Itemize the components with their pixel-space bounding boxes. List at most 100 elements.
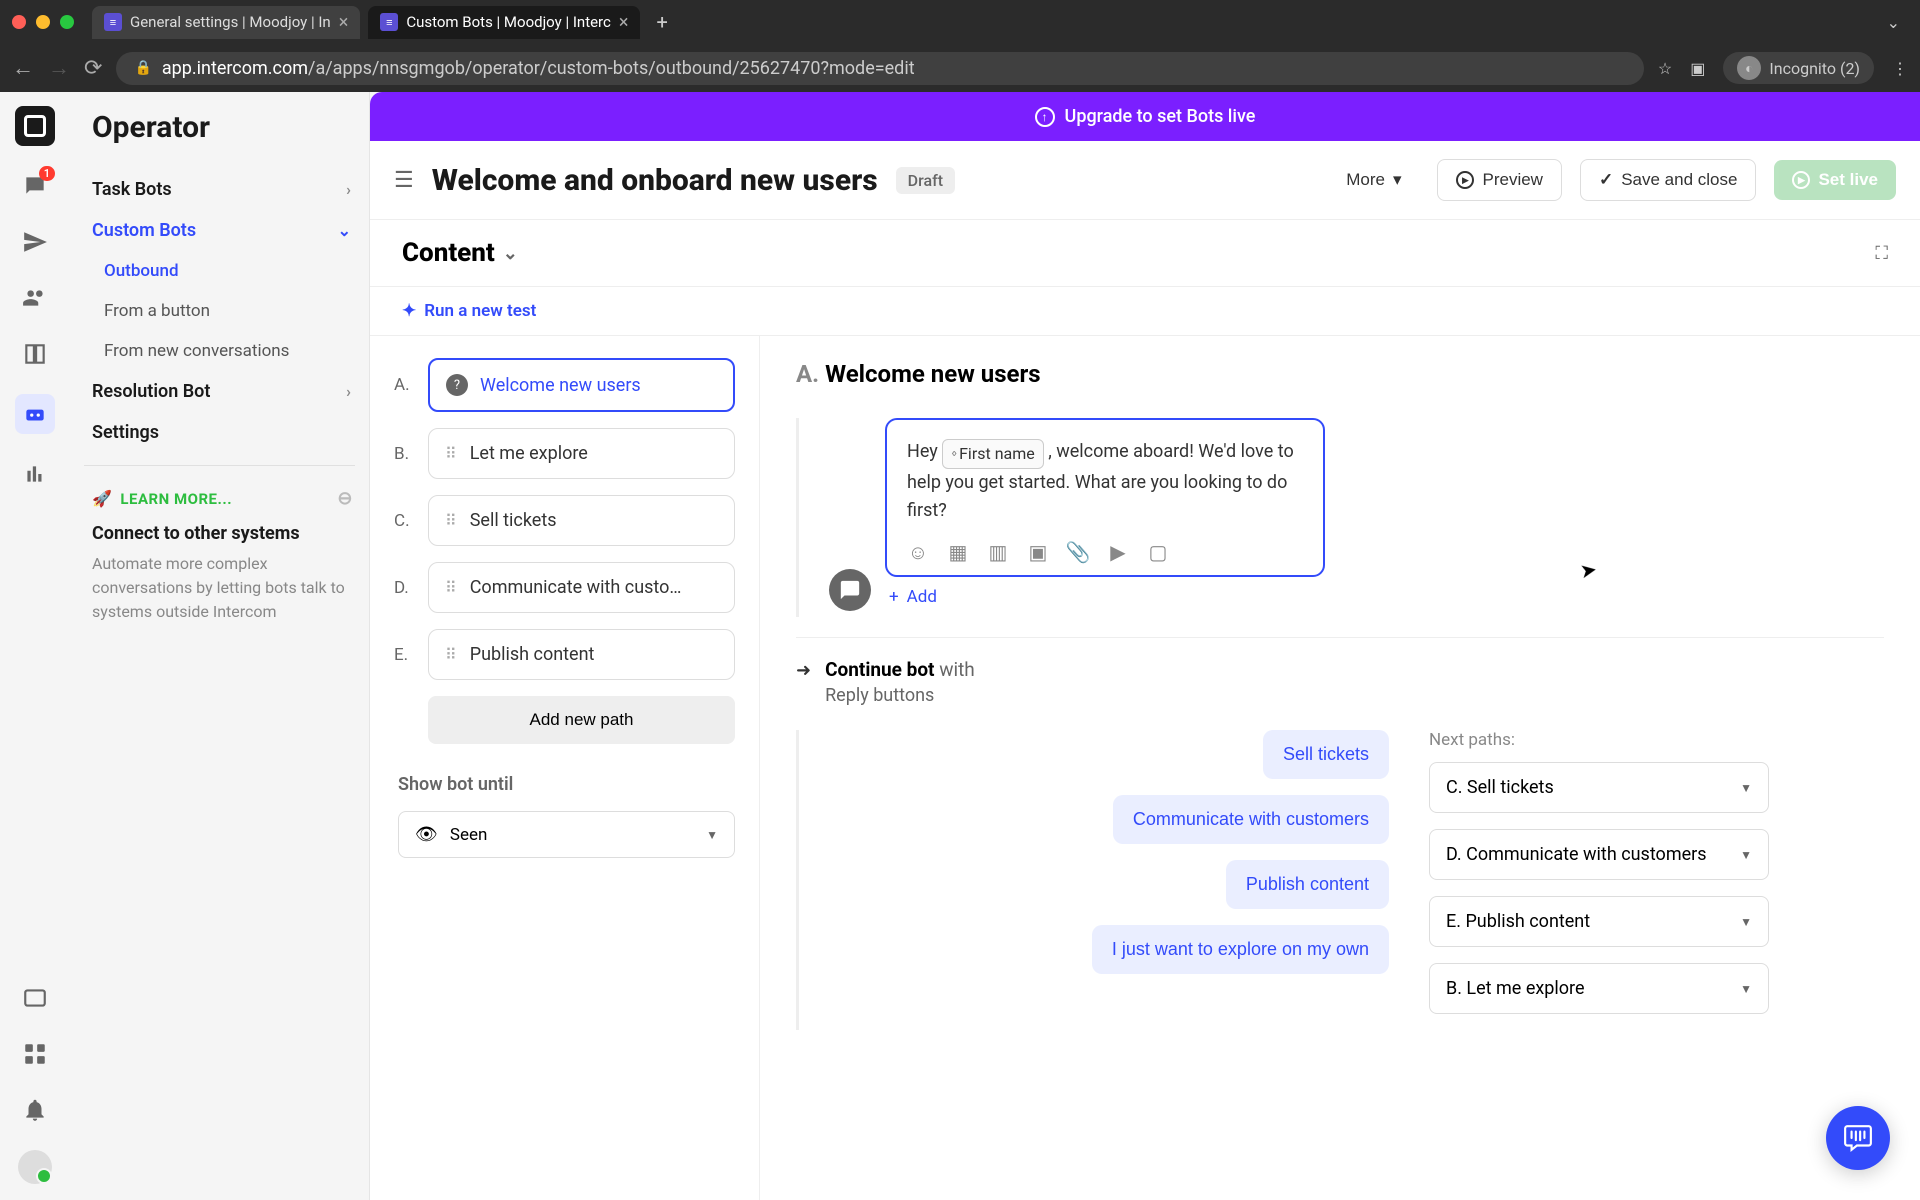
panel-icon[interactable]: ▣ (1690, 59, 1705, 78)
learn-more-card: 🚀 LEARN MORE... ⊖ Connect to other syste… (84, 478, 369, 634)
url-bar: ← → ⟳ 🔒 app.intercom.com/a/apps/nnsgmgob… (0, 44, 1920, 92)
drag-icon[interactable]: ⠿ (445, 511, 458, 530)
intercom-launcher[interactable] (1826, 1106, 1890, 1170)
reply-btn-publish[interactable]: Publish content (1226, 860, 1389, 909)
drag-icon[interactable]: ⠿ (445, 645, 458, 664)
learn-more-desc: Automate more complex conversations by l… (92, 552, 353, 624)
nav-messages[interactable] (19, 982, 51, 1014)
sidebar-task-bots[interactable]: Task Bots › (84, 169, 369, 210)
window-controls (12, 15, 74, 29)
preview-button[interactable]: ▶ Preview (1437, 159, 1561, 201)
tabs-dropdown-icon[interactable]: ⌄ (1887, 13, 1908, 32)
sidebar-resolution-bot[interactable]: Resolution Bot › (84, 371, 369, 412)
tab-1-title: General settings | Moodjoy | In (130, 13, 331, 31)
main-content: ↑ Upgrade to set Bots live ☰ Welcome and… (370, 92, 1920, 1200)
variable-chip[interactable]: ‹›First name (942, 439, 1043, 470)
message-text[interactable]: Hey ‹›First name , welcome aboard! We'd … (907, 438, 1303, 525)
url-input[interactable]: 🔒 app.intercom.com/a/apps/nnsgmgob/opera… (116, 52, 1643, 85)
window-close[interactable] (12, 15, 26, 29)
next-path-select-1[interactable]: C. Sell tickets▼ (1429, 762, 1769, 813)
url-actions: ☆ ▣ ◐ Incognito (2) ⋮ (1658, 52, 1908, 84)
back-button[interactable]: ← (12, 55, 34, 81)
path-card-e[interactable]: ⠿ Publish content (428, 629, 735, 680)
set-live-button[interactable]: ▶ Set live (1774, 160, 1896, 200)
window-minimize[interactable] (36, 15, 50, 29)
sidebar-settings[interactable]: Settings (84, 412, 369, 453)
emoji-icon[interactable]: ☺ (907, 541, 929, 563)
nav-contacts[interactable] (19, 282, 51, 314)
article-icon[interactable]: ▥ (987, 541, 1009, 563)
next-paths-label: Next paths: (1429, 730, 1769, 750)
path-row-d: D. ⠿ Communicate with custo… (394, 562, 735, 613)
path-card-d[interactable]: ⠿ Communicate with custo… (428, 562, 735, 613)
run-test-row: ✦ Run a new test (370, 287, 1920, 336)
sidebar-toggle-icon[interactable]: ☰ (394, 168, 414, 193)
next-path-select-4[interactable]: B. Let me explore▼ (1429, 963, 1769, 1014)
nav-operator[interactable] (15, 394, 55, 434)
path-card-a[interactable]: ? Welcome new users (428, 358, 735, 412)
reload-button[interactable]: ⟳ (84, 56, 102, 81)
new-tab-button[interactable]: + (648, 6, 675, 38)
path-row-e: E. ⠿ Publish content (394, 629, 735, 680)
intercom-logo[interactable] (15, 106, 55, 146)
path-row-a: A. ? Welcome new users (394, 358, 735, 412)
caret-down-icon: ▼ (1740, 915, 1752, 929)
add-message-link[interactable]: + Add (885, 577, 1325, 617)
reply-buttons: Sell tickets Communicate with customers … (829, 730, 1389, 1030)
path-letter: E. (394, 645, 414, 665)
save-close-button[interactable]: ✓ Save and close (1580, 159, 1757, 201)
reply-btn-explore[interactable]: I just want to explore on my own (1092, 925, 1389, 974)
next-path-select-3[interactable]: E. Publish content▼ (1429, 896, 1769, 947)
plus-icon: + (889, 587, 899, 607)
run-test-link[interactable]: ✦ Run a new test (402, 301, 1888, 321)
play-icon: ▶ (1792, 171, 1810, 189)
reply-btn-communicate[interactable]: Communicate with customers (1113, 795, 1389, 844)
show-until-select[interactable]: 👁 Seen ▼ (398, 811, 735, 858)
message-toolbar: ☺ ▦ ▥ ▣ 📎 ▶ ▢ (907, 541, 1303, 563)
add-path-button[interactable]: Add new path (428, 696, 735, 744)
divider (84, 465, 355, 466)
menu-icon[interactable]: ⋮ (1892, 59, 1908, 78)
more-button[interactable]: More▾ (1328, 160, 1419, 200)
caret-down-icon: ▼ (1740, 848, 1752, 862)
path-card-b[interactable]: ⠿ Let me explore (428, 428, 735, 479)
drag-icon[interactable]: ⠿ (445, 578, 458, 597)
tab-close-icon[interactable]: × (619, 12, 629, 33)
gif-icon[interactable]: ▦ (947, 541, 969, 563)
caret-down-icon: ▾ (1393, 170, 1402, 190)
learn-more-title: Connect to other systems (92, 523, 353, 544)
incognito-badge[interactable]: ◐ Incognito (2) (1723, 52, 1874, 84)
sidebar: Operator Task Bots › Custom Bots ⌄ Outbo… (70, 92, 370, 1200)
sidebar-from-button[interactable]: From a button (84, 291, 369, 331)
expand-icon[interactable]: ⛶ (1875, 243, 1888, 264)
message-bubble[interactable]: Hey ‹›First name , welcome aboard! We'd … (885, 418, 1325, 577)
path-card-c[interactable]: ⠿ Sell tickets (428, 495, 735, 546)
browser-tab-1[interactable]: ≡ General settings | Moodjoy | In × (92, 6, 360, 39)
nav-reports[interactable] (19, 458, 51, 490)
sidebar-custom-bots[interactable]: Custom Bots ⌄ (84, 210, 369, 251)
next-path-select-2[interactable]: D. Communicate with customers▼ (1429, 829, 1769, 880)
nav-outbound[interactable] (19, 226, 51, 258)
image-icon[interactable]: ▣ (1027, 541, 1049, 563)
sidebar-from-new-conv[interactable]: From new conversations (84, 331, 369, 371)
sidebar-outbound[interactable]: Outbound (84, 251, 369, 291)
app-icon[interactable]: ▢ (1147, 541, 1169, 563)
upgrade-banner[interactable]: ↑ Upgrade to set Bots live (370, 92, 1920, 141)
nav-inbox[interactable]: 1 (19, 170, 51, 202)
nav-notifications[interactable] (19, 1094, 51, 1126)
nav-apps[interactable] (19, 1038, 51, 1070)
section-title[interactable]: Content ⌄ (402, 238, 518, 268)
drag-icon[interactable]: ⠿ (445, 444, 458, 463)
variable-icon: ‹› (951, 444, 955, 464)
attachment-icon[interactable]: 📎 (1067, 541, 1089, 563)
browser-tab-2[interactable]: ≡ Custom Bots | Moodjoy | Interc × (368, 6, 640, 39)
video-icon[interactable]: ▶ (1107, 541, 1129, 563)
collapse-icon[interactable]: ⊖ (337, 488, 353, 509)
nav-articles[interactable] (19, 338, 51, 370)
reply-btn-sell-tickets[interactable]: Sell tickets (1263, 730, 1389, 779)
star-icon[interactable]: ☆ (1658, 59, 1672, 78)
tab-close-icon[interactable]: × (339, 12, 349, 33)
user-avatar[interactable] (18, 1150, 52, 1184)
window-maximize[interactable] (60, 15, 74, 29)
arrow-right-icon: ➜ (796, 660, 811, 681)
